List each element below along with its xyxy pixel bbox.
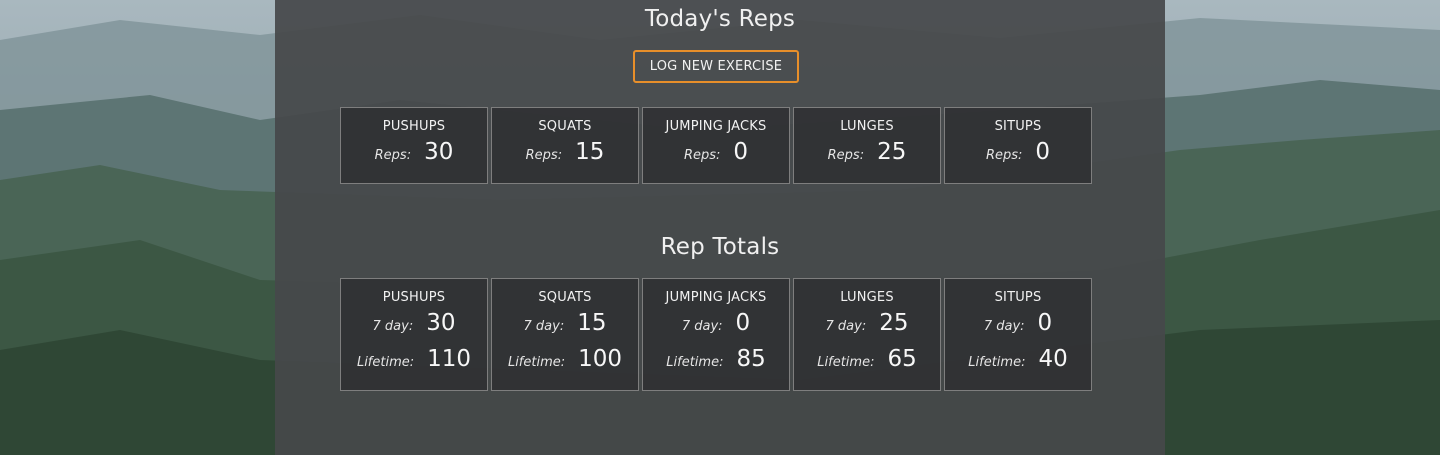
- reps-value: 0: [1035, 139, 1051, 165]
- exercise-name: LUNGES: [840, 290, 894, 305]
- seven-day-value: 25: [879, 310, 909, 336]
- reps-value: 30: [424, 139, 454, 165]
- reps-stat: Reps: 30: [341, 134, 487, 170]
- reps-stat: Reps: 0: [945, 134, 1091, 170]
- today-card-squats: SQUATS Reps: 15: [491, 107, 639, 184]
- seven-day-label: 7 day:: [523, 319, 565, 334]
- exercise-name: PUSHUPS: [382, 290, 446, 305]
- lifetime-stat: Lifetime: 65: [794, 341, 940, 377]
- lifetime-stat: Lifetime: 40: [945, 341, 1091, 377]
- totals-card-pushups: PUSHUPS 7 day: 30 Lifetime: 110: [340, 278, 488, 391]
- seven-day-value: 0: [735, 310, 751, 336]
- lifetime-stat: Lifetime: 85: [643, 341, 789, 377]
- rep-totals-title: Rep Totals: [660, 234, 780, 260]
- reps-label: Reps:: [683, 148, 721, 163]
- seven-day-stat: 7 day: 0: [945, 305, 1091, 341]
- today-card-jumping-jacks: JUMPING JACKS Reps: 0: [642, 107, 790, 184]
- exercise-name: SQUATS: [538, 290, 592, 305]
- lifetime-value: 40: [1038, 346, 1068, 372]
- exercise-name: SQUATS: [538, 119, 592, 134]
- exercise-name: SITUPS: [994, 290, 1042, 305]
- lifetime-value: 85: [736, 346, 766, 372]
- main-panel: Today's Reps LOG NEW EXERCISE PUSHUPS Re…: [275, 0, 1165, 455]
- exercise-name: PUSHUPS: [382, 119, 446, 134]
- exercise-name: LUNGES: [840, 119, 894, 134]
- today-card-situps: SITUPS Reps: 0: [944, 107, 1092, 184]
- seven-day-stat: 7 day: 0: [643, 305, 789, 341]
- totals-card-situps: SITUPS 7 day: 0 Lifetime: 40: [944, 278, 1092, 391]
- rep-totals-cards: PUSHUPS 7 day: 30 Lifetime: 110 SQUATS 7…: [340, 278, 1092, 391]
- exercise-name: SITUPS: [994, 119, 1042, 134]
- lifetime-label: Lifetime:: [666, 355, 724, 370]
- today-card-lunges: LUNGES Reps: 25: [793, 107, 941, 184]
- seven-day-stat: 7 day: 15: [492, 305, 638, 341]
- reps-label: Reps:: [827, 148, 865, 163]
- reps-value: 25: [877, 139, 907, 165]
- totals-card-jumping-jacks: JUMPING JACKS 7 day: 0 Lifetime: 85: [642, 278, 790, 391]
- reps-stat: Reps: 0: [643, 134, 789, 170]
- lifetime-label: Lifetime:: [968, 355, 1026, 370]
- seven-day-value: 30: [426, 310, 456, 336]
- lifetime-stat: Lifetime: 100: [492, 341, 638, 377]
- seven-day-label: 7 day:: [825, 319, 867, 334]
- seven-day-value: 15: [577, 310, 607, 336]
- reps-label: Reps:: [374, 148, 412, 163]
- reps-value: 15: [575, 139, 605, 165]
- exercise-name: JUMPING JACKS: [665, 290, 767, 305]
- todays-reps-title: Today's Reps: [644, 6, 796, 32]
- reps-label: Reps:: [985, 148, 1023, 163]
- log-new-exercise-button[interactable]: LOG NEW EXERCISE: [633, 50, 799, 83]
- lifetime-value: 110: [427, 346, 472, 372]
- seven-day-stat: 7 day: 30: [341, 305, 487, 341]
- exercise-name: JUMPING JACKS: [665, 119, 767, 134]
- today-card-pushups: PUSHUPS Reps: 30: [340, 107, 488, 184]
- seven-day-label: 7 day:: [372, 319, 414, 334]
- seven-day-label: 7 day:: [681, 319, 723, 334]
- lifetime-value: 100: [578, 346, 623, 372]
- lifetime-stat: Lifetime: 110: [341, 341, 487, 377]
- seven-day-label: 7 day:: [983, 319, 1025, 334]
- seven-day-value: 0: [1037, 310, 1053, 336]
- todays-reps-cards: PUSHUPS Reps: 30 SQUATS Reps: 15 JUMPING…: [340, 107, 1092, 184]
- totals-card-lunges: LUNGES 7 day: 25 Lifetime: 65: [793, 278, 941, 391]
- seven-day-stat: 7 day: 25: [794, 305, 940, 341]
- totals-card-squats: SQUATS 7 day: 15 Lifetime: 100: [491, 278, 639, 391]
- reps-stat: Reps: 15: [492, 134, 638, 170]
- lifetime-value: 65: [887, 346, 917, 372]
- lifetime-label: Lifetime:: [356, 355, 415, 370]
- reps-value: 0: [733, 139, 749, 165]
- lifetime-label: Lifetime:: [507, 355, 566, 370]
- reps-label: Reps:: [525, 148, 563, 163]
- lifetime-label: Lifetime:: [817, 355, 875, 370]
- reps-stat: Reps: 25: [794, 134, 940, 170]
